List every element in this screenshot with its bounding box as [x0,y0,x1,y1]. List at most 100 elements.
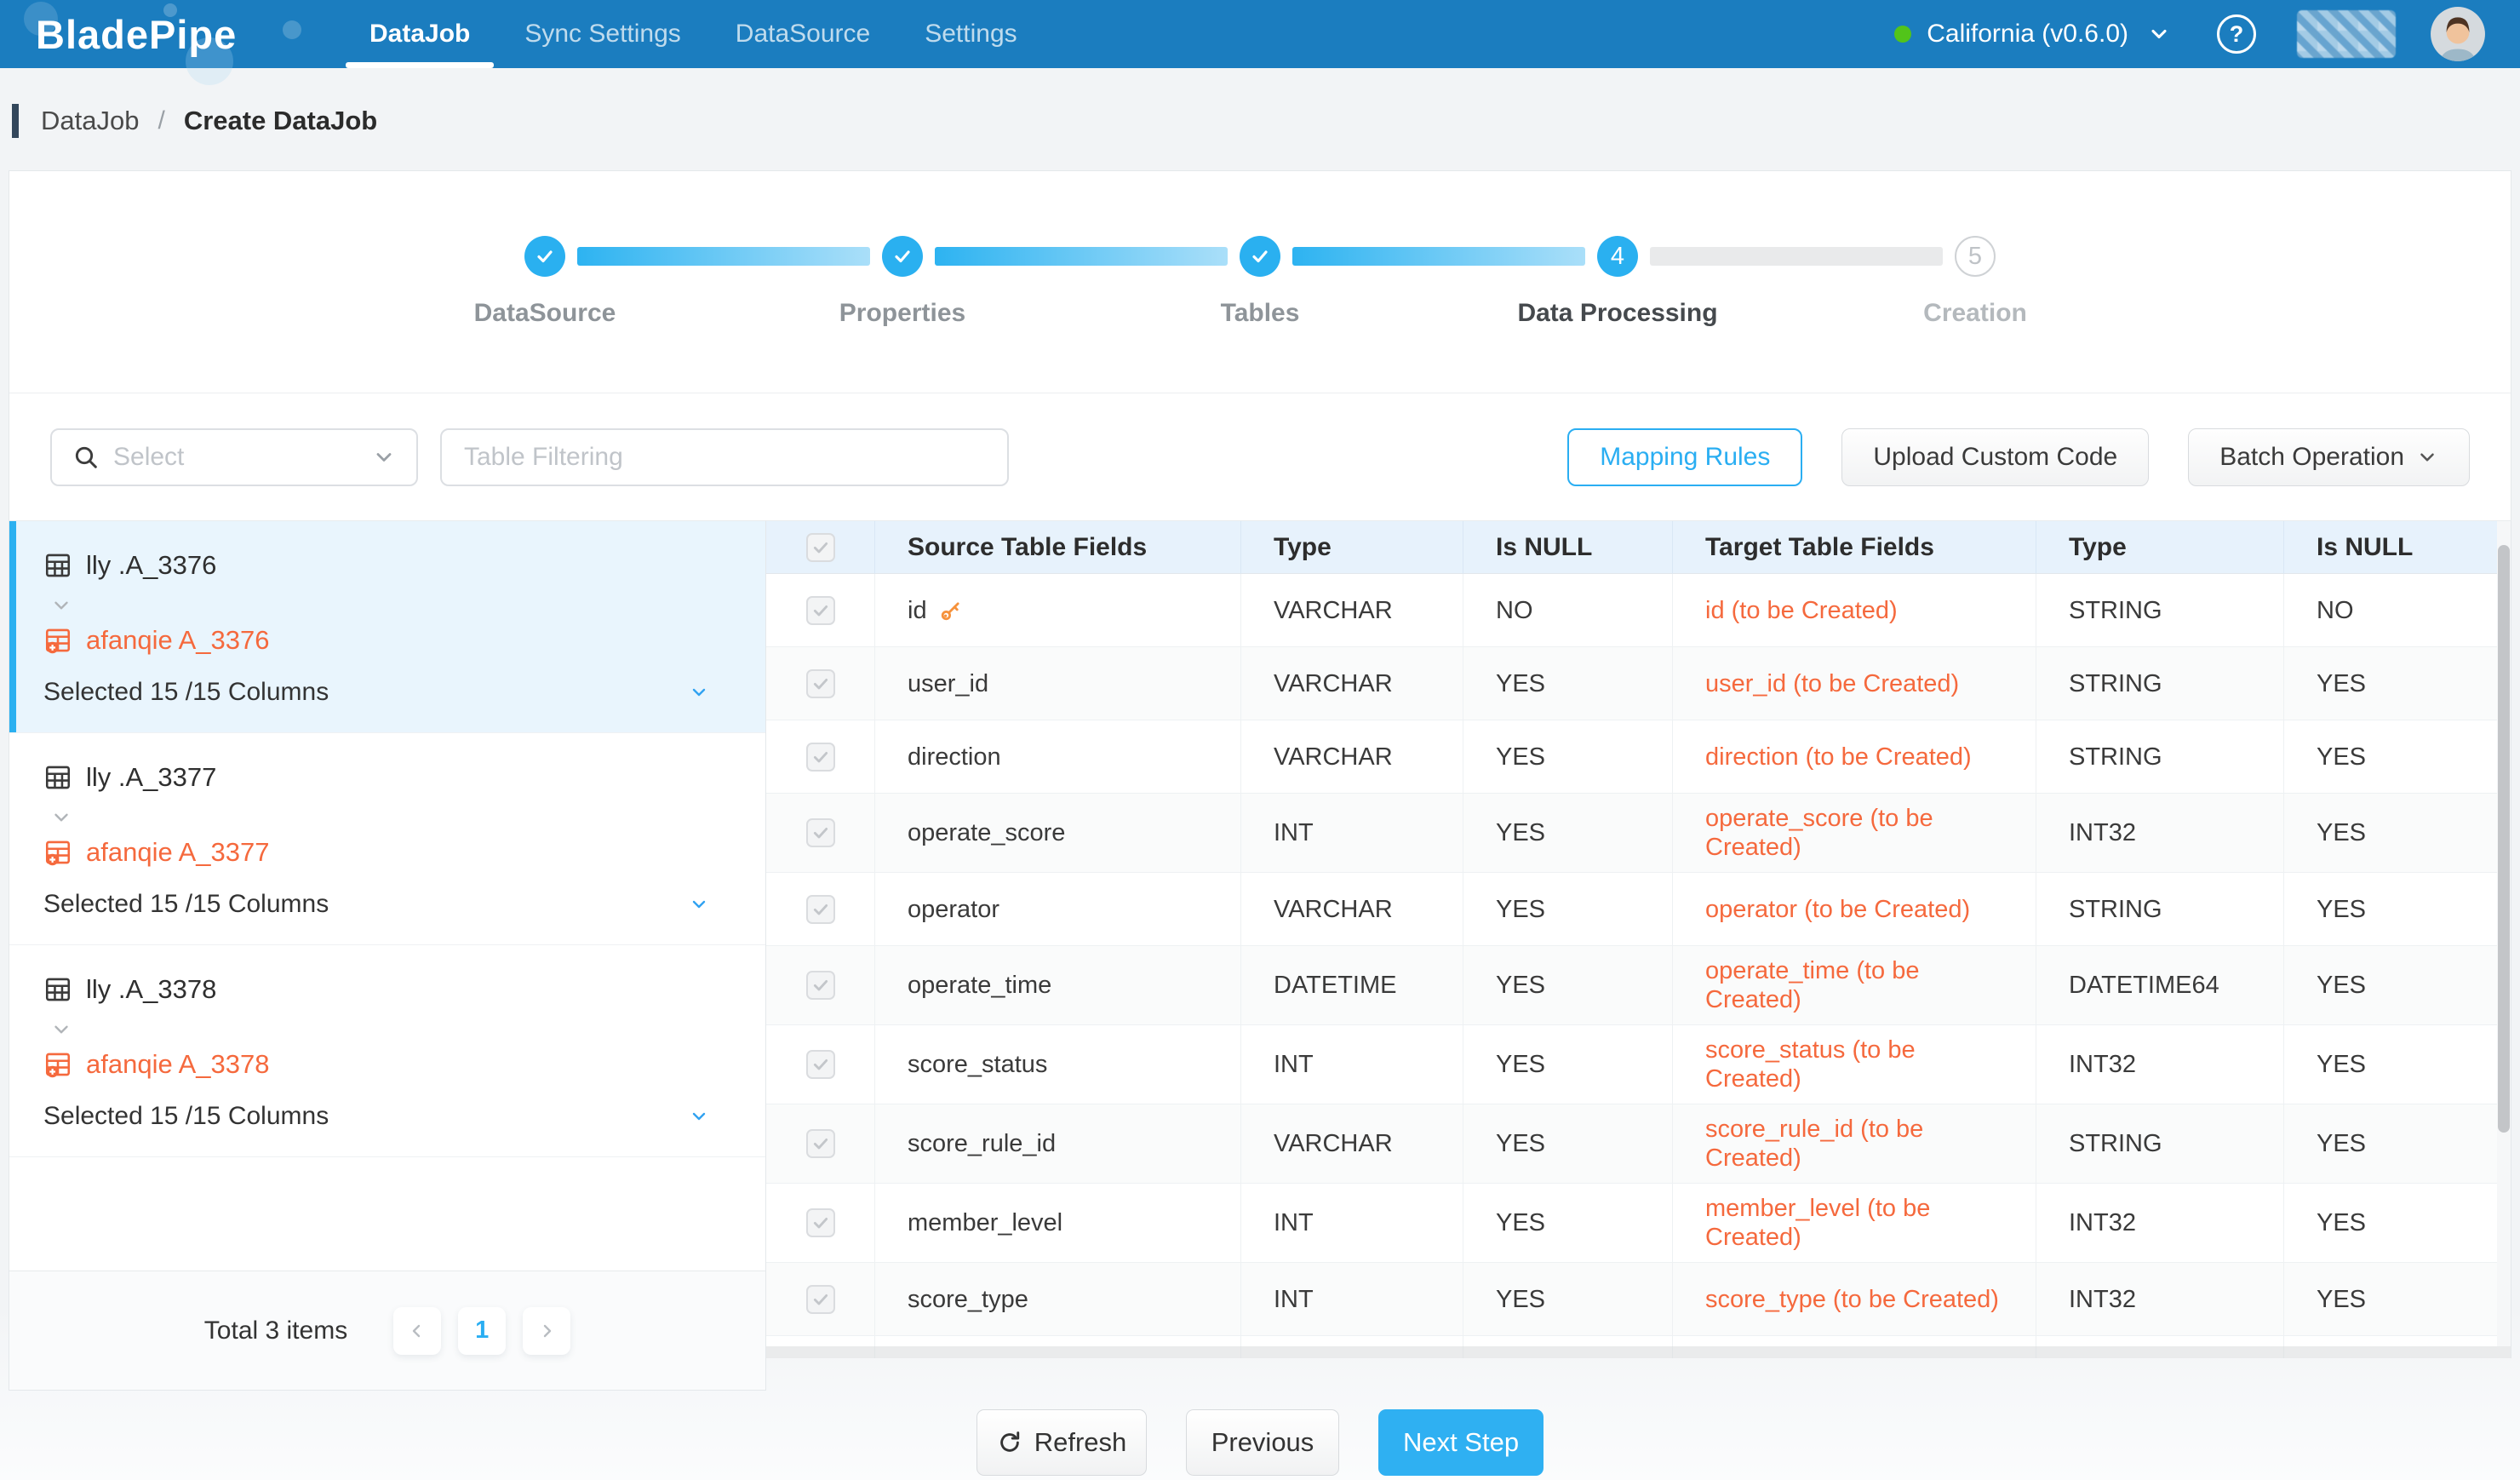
source-field-name: id [908,596,927,625]
mapping-rules-button[interactable]: Mapping Rules [1567,428,1802,486]
operation-dropdown[interactable] [680,682,709,703]
table-list-panel: lly .A_3376 afanqie A_3376 Selected 15 /… [9,520,766,1391]
source-field-name: operator [908,895,999,924]
pagination-next-button[interactable] [523,1307,570,1355]
breadcrumb: DataJob / Create DataJob [0,89,377,153]
previous-button[interactable]: Previous [1186,1409,1339,1476]
nav-item-datasource[interactable]: DataSource [708,0,897,68]
step-check-icon [882,236,923,277]
table-list-item[interactable]: lly .A_3378 afanqie A_3378 Selected 15 /… [9,945,765,1157]
selected-columns-label: Selected 15 /15 Columns [43,678,329,707]
table-row: score_type INT YES score_type (to be Cre… [766,1263,2511,1336]
expand-chevron-icon[interactable] [50,594,72,617]
row-checkbox[interactable] [806,1285,835,1314]
brand-logo[interactable]: BladePipe [36,0,317,68]
check-icon [812,675,829,692]
source-field-type: VARCHAR [1241,1104,1463,1184]
target-field-type: INT32 [2036,1025,2284,1104]
expand-chevron-icon[interactable] [50,1018,72,1041]
horizontal-scrollbar[interactable] [766,1346,2511,1358]
step-creation: 5 Creation [1796,236,2154,328]
selected-columns-label: Selected 15 /15 Columns [43,1102,329,1131]
user-avatar[interactable] [2430,6,2486,62]
target-field-nullable: YES [2284,794,2511,873]
region-selector[interactable]: California (v0.6.0) [1894,20,2171,49]
source-field-name: operate_score [908,818,1065,847]
table-list-item[interactable]: lly .A_3377 afanqie A_3377 Selected 15 /… [9,733,765,945]
check-icon [812,977,829,994]
pagination-page-1[interactable]: 1 [458,1307,506,1355]
source-field-nullable: YES [1463,946,1673,1025]
target-field-type: STRING [2036,574,2284,647]
page-title: Create DataJob [184,106,377,136]
breadcrumb-parent[interactable]: DataJob [41,106,139,136]
check-icon [812,901,829,918]
vertical-scrollbar[interactable] [2497,521,2511,1346]
batch-operation-button[interactable]: Batch Operation [2188,428,2470,486]
refresh-button[interactable]: Refresh [976,1409,1147,1476]
row-checkbox[interactable] [806,669,835,698]
source-field-type: VARCHAR [1241,873,1463,946]
upload-custom-code-button[interactable]: Upload Custom Code [1841,428,2149,486]
row-checkbox[interactable] [806,1129,835,1158]
row-checkbox[interactable] [806,596,835,625]
source-field-type: VARCHAR [1241,647,1463,720]
table-row: operate_time DATETIME YES operate_time (… [766,946,2511,1025]
table-row: member_level INT YES member_level (to be… [766,1184,2511,1263]
target-field-nullable: NO [2284,574,2511,647]
table-list-item[interactable]: lly .A_3376 afanqie A_3376 Selected 15 /… [9,521,765,733]
column-header-source-fields: Source Table Fields [875,521,1241,574]
next-step-button[interactable]: Next Step [1378,1409,1544,1476]
help-icon[interactable]: ? [2217,14,2256,54]
target-field-nullable: YES [2284,873,2511,946]
source-field-name: score_rule_id [908,1129,1056,1158]
main-nav: DataJob Sync Settings DataSource Setting… [342,0,1045,68]
check-icon [812,824,829,841]
source-field-nullable: YES [1463,1025,1673,1104]
target-field-nullable: YES [2284,1184,2511,1263]
pagination-prev-button[interactable] [393,1307,441,1355]
check-icon [812,1214,829,1231]
step-check-icon [524,236,565,277]
chevron-left-icon [407,1321,427,1341]
row-checkbox[interactable] [806,743,835,772]
row-checkbox[interactable] [806,1208,835,1237]
chevron-down-icon [689,682,709,703]
select-all-checkbox[interactable] [806,533,835,562]
table-select-dropdown[interactable]: Select [50,428,418,486]
scrollbar-thumb[interactable] [2498,545,2510,1133]
nav-item-sync-settings[interactable]: Sync Settings [497,0,707,68]
source-field-type: INT [1241,1184,1463,1263]
target-field-name: operate_time (to be Created) [1673,946,2036,1025]
target-field-name: id (to be Created) [1673,574,2036,647]
target-field-nullable: YES [2284,1025,2511,1104]
wizard-stepper: DataSource Properties Tables 4 [9,171,2511,393]
operation-dropdown[interactable] [680,1106,709,1127]
target-field-nullable: YES [2284,946,2511,1025]
target-field-type: INT32 [2036,794,2284,873]
operation-dropdown[interactable] [680,894,709,915]
row-checkbox[interactable] [806,818,835,847]
chevron-down-icon [2416,446,2438,468]
table-row: direction VARCHAR YES direction (to be C… [766,720,2511,794]
refresh-icon [997,1430,1022,1455]
row-checkbox[interactable] [806,895,835,924]
expand-chevron-icon[interactable] [50,806,72,829]
target-field-name: member_level (to be Created) [1673,1184,2036,1263]
source-table-name: lly .A_3378 [86,974,216,1005]
field-table-header: Source Table Fields Type Is NULL Target … [766,521,2511,574]
check-icon [812,1135,829,1152]
target-field-name: operator (to be Created) [1673,873,2036,946]
row-checkbox[interactable] [806,1050,835,1079]
table-filtering-input[interactable] [440,428,1009,486]
nav-item-datajob[interactable]: DataJob [342,0,497,68]
table-row: operate_score INT YES operate_score (to … [766,794,2511,873]
column-header-target-fields: Target Table Fields [1673,521,2036,574]
source-field-type: DATETIME [1241,946,1463,1025]
row-checkbox[interactable] [806,971,835,1000]
field-table-body: id VARCHAR NO id (to be Created) STRING … [766,574,2511,1336]
target-field-nullable: YES [2284,1263,2511,1336]
nav-item-settings[interactable]: Settings [897,0,1044,68]
check-icon [812,602,829,619]
step-number: 5 [1955,236,1996,277]
